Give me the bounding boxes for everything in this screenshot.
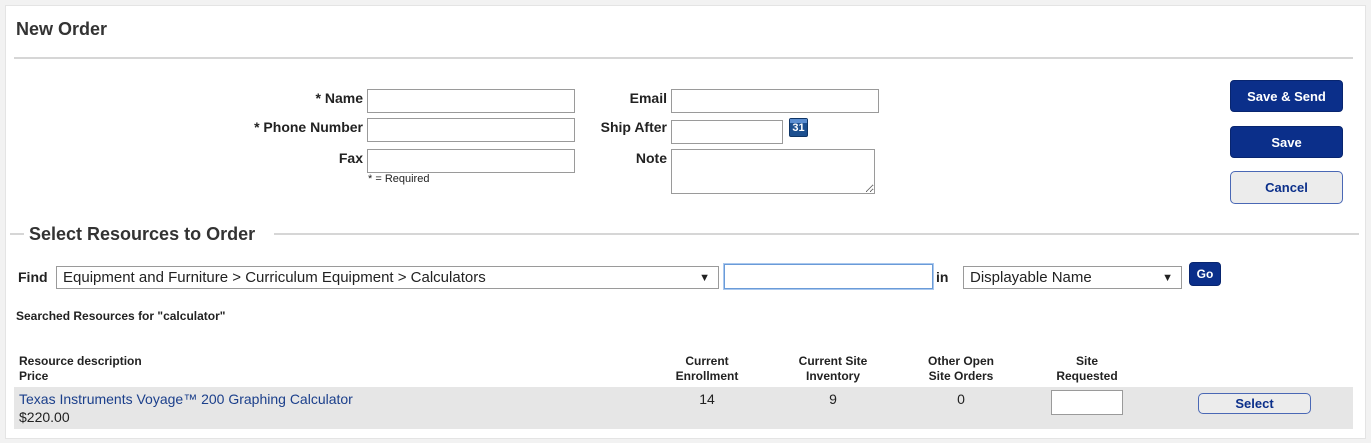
- header-enrollment-line1: Current: [685, 354, 729, 368]
- name-field[interactable]: [367, 89, 575, 113]
- header-description-line1: Resource description: [19, 354, 142, 368]
- header-open-orders-line2: Site Orders: [928, 369, 994, 383]
- section-divider-left: [10, 233, 24, 235]
- header-inventory-line2: Inventory: [805, 369, 860, 383]
- calendar-day: 31: [792, 122, 805, 134]
- chevron-down-icon: ▼: [1162, 272, 1173, 284]
- category-select-value: Equipment and Furniture > Curriculum Equ…: [63, 269, 486, 286]
- header-open-orders-line1: Other Open: [927, 354, 994, 368]
- header-inventory-line1: Current Site: [798, 354, 868, 368]
- header-requested: Site Requested: [1036, 354, 1138, 384]
- phone-field[interactable]: [367, 118, 575, 142]
- resource-link[interactable]: Texas Instruments Voyage™ 200 Graphing C…: [19, 391, 353, 407]
- searched-caption: Searched Resources for "calculator": [16, 309, 226, 323]
- header-inventory: Current Site Inventory: [777, 354, 889, 384]
- inventory-value: 9: [829, 391, 837, 407]
- enrollment-value: 14: [699, 391, 715, 407]
- note-field[interactable]: [671, 149, 875, 194]
- ship-after-label: Ship After: [600, 119, 667, 135]
- email-field[interactable]: [671, 89, 879, 113]
- fax-label: Fax: [338, 150, 363, 166]
- required-note: * = Required: [368, 173, 430, 185]
- section-divider-right: [274, 233, 1359, 235]
- save-send-button[interactable]: Save & Send: [1230, 80, 1343, 112]
- ship-after-field[interactable]: [671, 120, 783, 144]
- open-orders-value: 0: [957, 391, 965, 407]
- site-requested-input[interactable]: [1051, 390, 1123, 415]
- section-title: Select Resources to Order: [29, 224, 256, 244]
- save-button[interactable]: Save: [1230, 126, 1343, 158]
- cancel-button[interactable]: Cancel: [1230, 171, 1343, 204]
- header-requested-line1: Site: [1075, 354, 1098, 368]
- header-price-line: Price: [19, 369, 49, 383]
- resource-price: $220.00: [19, 409, 70, 425]
- chevron-down-icon: ▼: [699, 272, 710, 284]
- fax-field[interactable]: [367, 149, 575, 173]
- search-input[interactable]: [723, 263, 934, 290]
- calendar-icon[interactable]: 31: [789, 118, 808, 137]
- phone-label: * Phone Number: [254, 119, 363, 135]
- note-label: Note: [635, 150, 667, 166]
- header-description: Resource description Price: [19, 354, 142, 384]
- in-label: in: [936, 269, 949, 285]
- header-requested-line2: Requested: [1056, 369, 1118, 383]
- header-enrollment-line2: Enrollment: [675, 369, 739, 383]
- find-label: Find: [18, 269, 48, 285]
- name-label: * Name: [315, 90, 363, 106]
- page-title: New Order: [16, 19, 108, 39]
- category-select[interactable]: Equipment and Furniture > Curriculum Equ…: [56, 266, 719, 289]
- email-label: Email: [629, 90, 667, 106]
- field-select-value: Displayable Name: [970, 269, 1092, 286]
- header-enrollment: Current Enrollment: [652, 354, 762, 384]
- header-open-orders: Other Open Site Orders: [906, 354, 1016, 384]
- field-select[interactable]: Displayable Name ▼: [963, 266, 1182, 289]
- select-button[interactable]: Select: [1198, 393, 1311, 414]
- go-button[interactable]: Go: [1189, 262, 1221, 286]
- title-divider: [14, 57, 1353, 59]
